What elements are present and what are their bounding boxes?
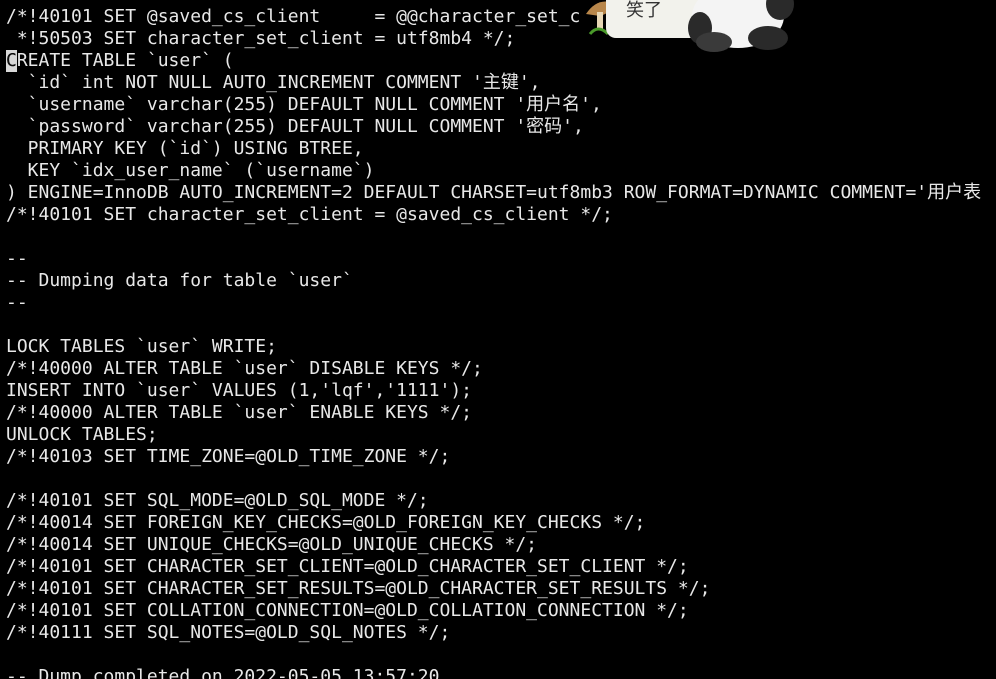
terminal-line: UNLOCK TABLES; (6, 424, 158, 445)
text-cursor (6, 50, 17, 72)
terminal-line: /*!40101 SET CHARACTER_SET_RESULTS=@OLD_… (6, 578, 711, 599)
terminal-line: LOCK TABLES `user` WRITE; (6, 336, 277, 357)
panda-sticker-icon: 笑了 (582, 0, 794, 54)
terminal-line: -- (6, 248, 28, 269)
terminal-line: CREATE TABLE `user` ( (6, 50, 234, 71)
terminal-line: /*!40014 SET UNIQUE_CHECKS=@OLD_UNIQUE_C… (6, 534, 538, 555)
terminal-line: /*!40101 SET COLLATION_CONNECTION=@OLD_C… (6, 600, 689, 621)
terminal-line: -- Dump completed on 2022-05-05 13:57:20 (6, 666, 440, 679)
terminal-line: /*!40101 SET @saved_cs_client = @@charac… (6, 6, 581, 27)
terminal-line: -- (6, 292, 28, 313)
terminal-output: /*!40101 SET @saved_cs_client = @@charac… (6, 6, 981, 679)
sticker-text: 笑了 (626, 0, 662, 21)
terminal-line: /*!40000 ALTER TABLE `user` ENABLE KEYS … (6, 402, 472, 423)
terminal-line: `id` int NOT NULL AUTO_INCREMENT COMMENT… (6, 72, 541, 93)
terminal-line: /*!40103 SET TIME_ZONE=@OLD_TIME_ZONE */… (6, 446, 451, 467)
terminal-line: KEY `idx_user_name` (`username`) (6, 160, 375, 181)
terminal-line: -- Dumping data for table `user` (6, 270, 353, 291)
terminal-line: /*!40111 SET SQL_NOTES=@OLD_SQL_NOTES */… (6, 622, 451, 643)
terminal-line: /*!40101 SET SQL_MODE=@OLD_SQL_MODE */; (6, 490, 429, 511)
terminal-line: ) ENGINE=InnoDB AUTO_INCREMENT=2 DEFAULT… (6, 182, 982, 203)
terminal-line: /*!40101 SET CHARACTER_SET_CLIENT=@OLD_C… (6, 556, 689, 577)
terminal-line: `username` varchar(255) DEFAULT NULL COM… (6, 94, 602, 115)
terminal-line: INSERT INTO `user` VALUES (1,'lqf','1111… (6, 380, 472, 401)
terminal-line: *!50503 SET character_set_client = utf8m… (6, 28, 516, 49)
terminal-window[interactable]: /*!40101 SET @saved_cs_client = @@charac… (0, 0, 996, 679)
terminal-line: `password` varchar(255) DEFAULT NULL COM… (6, 116, 584, 137)
terminal-line: PRIMARY KEY (`id`) USING BTREE, (6, 138, 364, 159)
terminal-line: /*!40014 SET FOREIGN_KEY_CHECKS=@OLD_FOR… (6, 512, 646, 533)
terminal-line: /*!40101 SET character_set_client = @sav… (6, 204, 613, 225)
terminal-line: /*!40000 ALTER TABLE `user` DISABLE KEYS… (6, 358, 483, 379)
